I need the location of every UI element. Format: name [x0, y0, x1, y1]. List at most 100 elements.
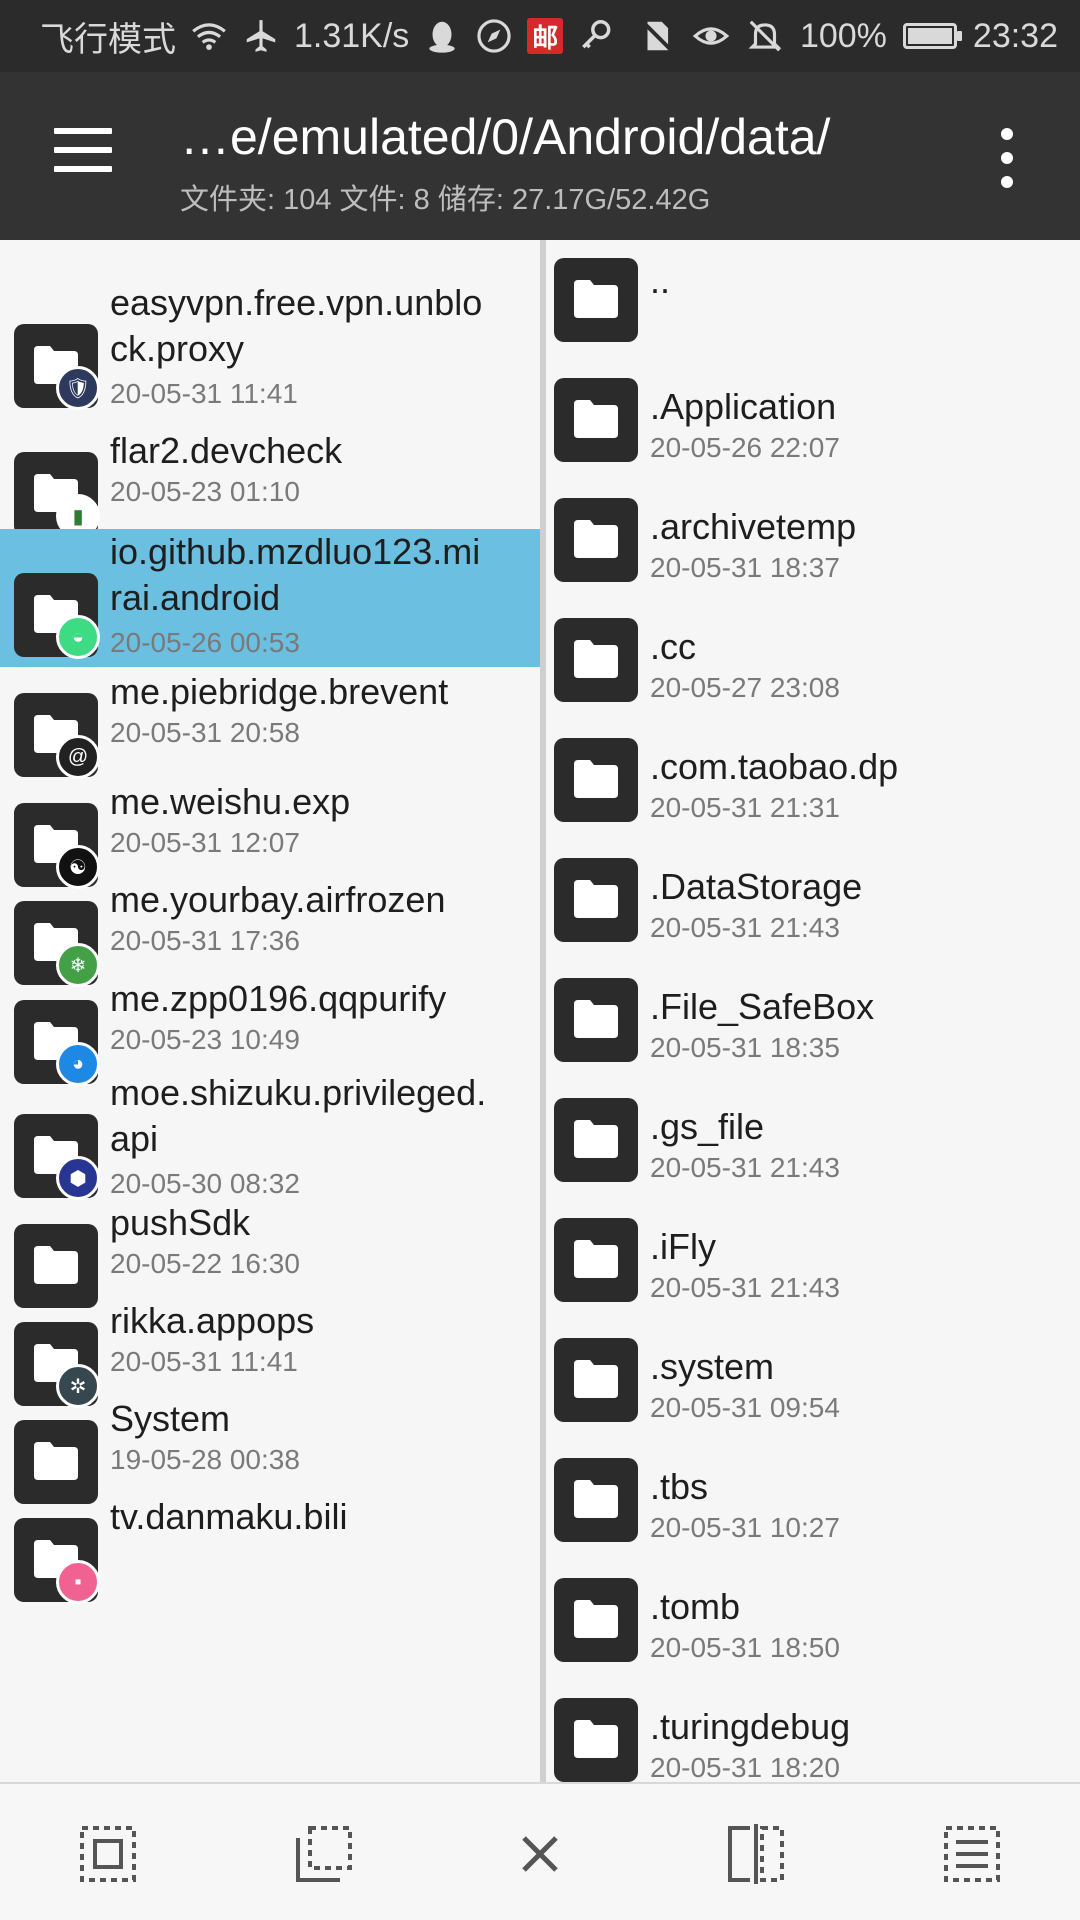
right-list-item[interactable]: .com.taobao.dp 20-05-31 21:31 — [546, 738, 1080, 858]
clock: 23:32 — [972, 16, 1058, 55]
right-list-item[interactable]: .iFly 20-05-31 21:43 — [546, 1218, 1080, 1338]
file-name: .cc — [650, 626, 697, 667]
folder-icon — [554, 978, 638, 1062]
folder-glyph-icon — [574, 640, 618, 678]
hexagon-icon: ⬢ — [56, 1156, 100, 1200]
file-name: pushSdk — [110, 1202, 251, 1243]
more-options-icon[interactable] — [994, 128, 1022, 188]
android-icon: ◒ — [56, 615, 100, 659]
left-list-item[interactable]: ▮ flar2.devcheck 20-05-23 01:10 — [0, 426, 540, 538]
right-list-item[interactable]: .tomb 20-05-31 18:50 — [546, 1578, 1080, 1698]
bili-icon: ▪ — [56, 1560, 100, 1604]
folder-glyph-icon — [574, 1120, 618, 1158]
folder-glyph-icon — [574, 1480, 618, 1518]
wifi-icon — [192, 23, 226, 50]
file-name: .File_SafeBox — [650, 986, 875, 1027]
status-bar-left: 飞行模式 1.31K/s 邮 — [40, 12, 615, 61]
left-list-item[interactable]: pushSdk 20-05-22 16:30 — [0, 1198, 540, 1308]
folder-glyph-icon — [574, 1240, 618, 1278]
left-pane[interactable]: 🛡 easyvpn.free.vpn.unblo ck.proxy 20-05-31 … — [0, 240, 540, 1782]
right-list-item[interactable]: .cc 20-05-27 23:08 — [546, 618, 1080, 738]
right-list-item[interactable]: .tbs 20-05-31 10:27 — [546, 1458, 1080, 1578]
right-pane[interactable]: .. .Application 20-05-26 22:07 .archivetemp… — [540, 240, 1080, 1782]
left-list-item[interactable]: @ me.piebridge.brevent 20-05-31 20:58 — [0, 667, 540, 779]
folder-icon — [554, 1338, 638, 1422]
left-list-item[interactable]: ✲ rikka.appops 20-05-31 11:41 — [0, 1296, 540, 1408]
status-bar: 飞行模式 1.31K/s 邮 100% 23:32 — [0, 0, 1080, 72]
file-date: 20-05-31 17:36 — [110, 925, 300, 956]
folder-icon — [554, 858, 638, 942]
file-date: 20-05-26 22:07 — [650, 432, 840, 463]
airplane-mode-label: 飞行模式 — [40, 20, 176, 59]
left-list-item[interactable]: ▪ tv.danmaku.bili — [0, 1492, 540, 1612]
file-name: flar2.devcheck — [110, 430, 343, 471]
file-name: me.piebridge.brevent — [110, 671, 449, 712]
file-date: 20-05-31 21:31 — [650, 792, 840, 823]
bottom-action-bar — [0, 1782, 1080, 1920]
right-list-item[interactable]: .gs_file 20-05-31 21:43 — [546, 1098, 1080, 1218]
close-icon[interactable] — [510, 1824, 570, 1884]
folder-icon — [554, 1098, 638, 1182]
left-list-item[interactable]: ☯ me.weishu.exp 20-05-31 12:07 — [0, 777, 540, 889]
mute-bell-icon — [748, 20, 782, 52]
file-date: 20-05-31 18:50 — [650, 1632, 840, 1663]
folder-glyph-icon — [574, 400, 618, 438]
right-list-item[interactable]: .. — [546, 258, 1080, 378]
file-name: .archivetemp — [650, 506, 857, 547]
file-date: 20-05-31 11:41 — [110, 378, 298, 409]
split-view-icon[interactable] — [726, 1824, 786, 1884]
folder-glyph-icon — [34, 1442, 78, 1480]
file-date: 20-05-31 12:07 — [110, 827, 300, 858]
folder-icon — [554, 258, 638, 342]
select-partial-icon[interactable] — [294, 1824, 354, 1884]
list-view-icon[interactable] — [942, 1824, 1002, 1884]
status-bar-right: 100% 23:32 — [638, 17, 1058, 56]
left-list-item[interactable]: ❄ me.yourbay.airfrozen 20-05-31 17:36 — [0, 875, 540, 987]
folder-glyph-icon — [574, 1600, 618, 1638]
left-list-item[interactable]: ⬢ moe.shizuku.privileged. api 20-05-30 08:3… — [0, 1070, 540, 1200]
left-list-item[interactable]: 🛡 easyvpn.free.vpn.unblo ck.proxy 20-05-31 … — [0, 280, 540, 426]
file-name: easyvpn.free.vpn.unblo ck.proxy — [110, 282, 483, 369]
select-all-icon[interactable] — [78, 1824, 138, 1884]
qq-icon — [429, 21, 455, 53]
folder-glyph-icon — [574, 280, 618, 318]
folder-glyph-icon — [574, 1720, 618, 1758]
file-date: 20-05-31 21:43 — [650, 1272, 840, 1303]
file-name: .system — [650, 1346, 775, 1387]
right-list-item[interactable]: .turingdebug 20-05-31 18:20 — [546, 1698, 1080, 1782]
file-date: 20-05-23 10:49 — [110, 1024, 300, 1055]
file-name: me.zpp0196.qqpurify — [110, 978, 447, 1019]
folder-glyph-icon — [574, 1000, 618, 1038]
right-list-item[interactable]: .File_SafeBox 20-05-31 18:35 — [546, 978, 1080, 1098]
folder-icon — [554, 1458, 638, 1542]
battery-percent: 100% — [799, 16, 887, 55]
file-date: 20-05-31 09:54 — [650, 1392, 840, 1423]
file-name: moe.shizuku.privileged. api — [110, 1072, 487, 1159]
folder-icon — [554, 1698, 638, 1782]
file-date: 20-05-22 16:30 — [110, 1248, 300, 1279]
file-name: System — [110, 1398, 231, 1439]
folder-icon — [554, 378, 638, 462]
folder-icon — [554, 1218, 638, 1302]
file-date: 19-05-28 00:38 — [110, 1444, 300, 1475]
file-date: 20-05-31 18:20 — [650, 1752, 840, 1782]
key-icon — [582, 20, 611, 49]
right-list-item[interactable]: .archivetemp 20-05-31 18:37 — [546, 498, 1080, 618]
current-path: …e/emulated/0/Android/data/ — [180, 109, 831, 165]
right-list-item[interactable]: .Application 20-05-26 22:07 — [546, 378, 1080, 498]
left-list-item[interactable]: ◒ io.github.mzdluo123.mi rai.android 20-05-… — [0, 529, 540, 667]
folder-icon: ◒ — [14, 573, 100, 659]
folder-glyph-icon — [574, 760, 618, 798]
hamburger-menu-icon[interactable] — [54, 128, 112, 172]
left-list-item[interactable]: ◕ me.zpp0196.qqpurify 20-05-23 10:49 — [0, 974, 540, 1086]
folder-icon: ▪ — [14, 1518, 100, 1604]
file-name: .Application — [650, 386, 837, 427]
file-date: 20-05-31 18:37 — [650, 552, 840, 583]
file-name: me.yourbay.airfrozen — [110, 879, 446, 920]
right-list-item[interactable]: .system 20-05-31 09:54 — [546, 1338, 1080, 1458]
folder-icon: 🛡 — [14, 324, 100, 410]
compass-icon — [477, 19, 511, 53]
file-date: 20-05-23 01:10 — [110, 476, 300, 507]
left-list-item[interactable]: System 19-05-28 00:38 — [0, 1394, 540, 1504]
right-list-item[interactable]: .DataStorage 20-05-31 21:43 — [546, 858, 1080, 978]
